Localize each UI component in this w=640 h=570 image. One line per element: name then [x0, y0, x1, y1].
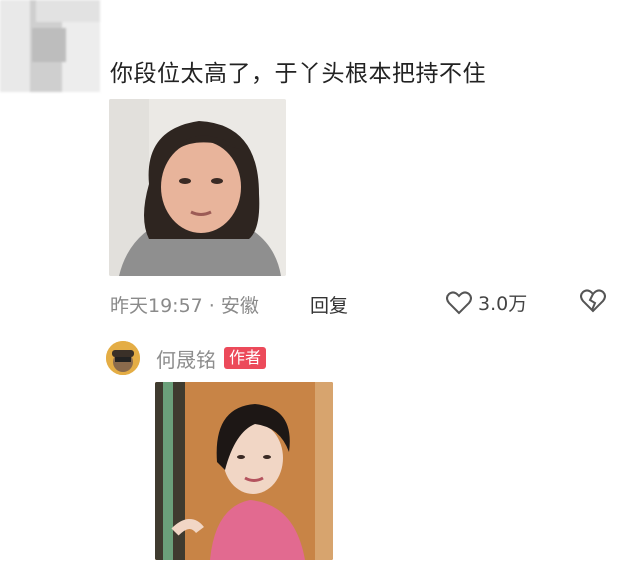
blur-shade [36, 0, 100, 22]
comment-time-location: 昨天19:57 · 安徽 [110, 295, 259, 317]
comment-text: 你段位太高了，于丫头根本把持不住 [110, 61, 486, 87]
blurred-commenter-avatar[interactable] [0, 0, 100, 92]
woman-photo-1 [109, 99, 286, 276]
reply-button[interactable]: 回复 [310, 291, 348, 318]
like-button[interactable]: 3.0万 [446, 289, 527, 316]
dislike-button[interactable] [580, 289, 606, 318]
author-badge: 作者 [224, 347, 267, 369]
author-avatar[interactable] [106, 341, 140, 375]
heart-outline-icon [446, 290, 472, 314]
like-count: 3.0万 [478, 293, 528, 315]
woman-photo-2 [155, 382, 333, 560]
broken-heart-icon [580, 289, 606, 313]
comment-meta-row: 昨天19:57 · 安徽 回复 3.0万 [110, 289, 610, 318]
author-name[interactable]: 何晟铭 [156, 344, 216, 373]
author-reply-header: 何晟铭 作者 [106, 340, 267, 376]
author-avatar-image [106, 341, 140, 375]
comment-image[interactable] [109, 99, 286, 276]
reply-image[interactable] [155, 382, 333, 560]
